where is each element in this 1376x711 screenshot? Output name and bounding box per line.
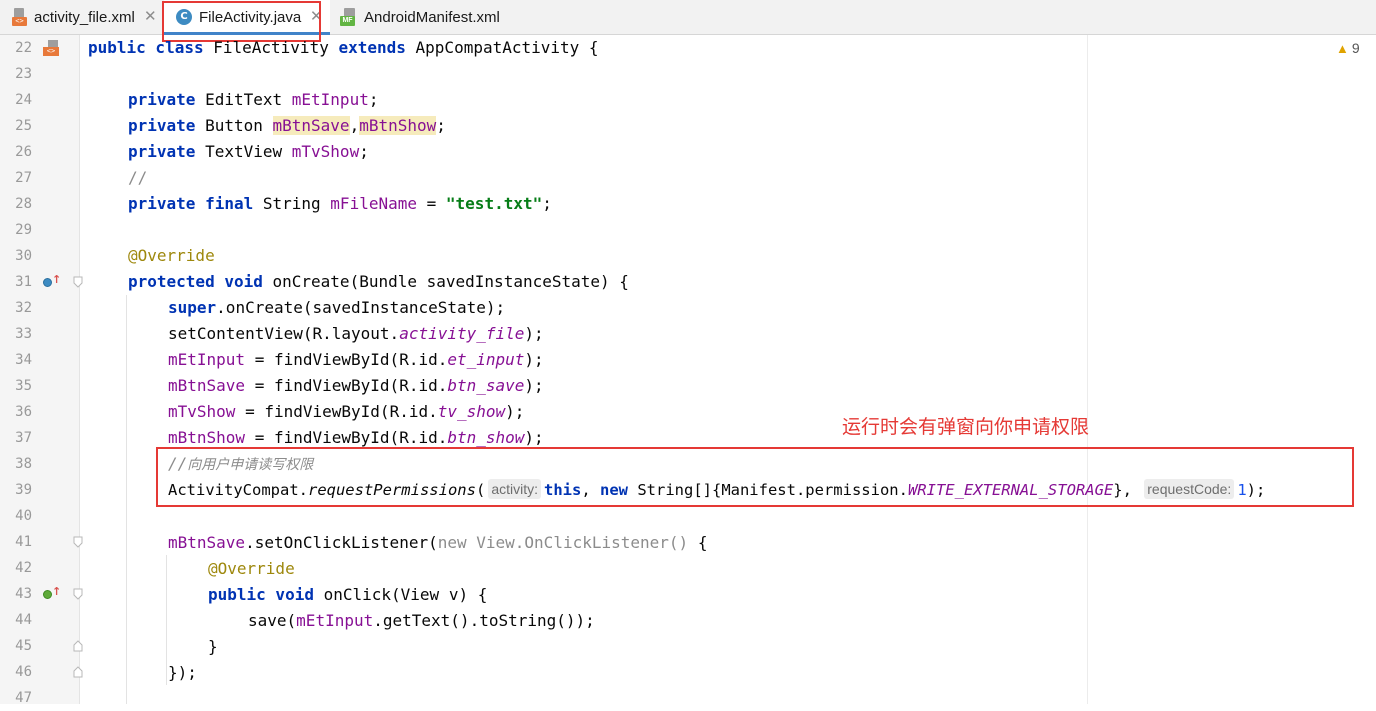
tab-label: AndroidManifest.xml [364, 9, 500, 26]
line-number: 39 [15, 482, 32, 498]
code-line-22[interactable]: public class FileActivity extends AppCom… [88, 35, 599, 61]
line-number: 25 [15, 118, 32, 134]
code-line-24[interactable]: private EditText mEtInput; [128, 87, 378, 113]
line-number: 43 [15, 586, 32, 602]
code-line-26[interactable]: private TextView mTvShow; [128, 139, 369, 165]
right-margin-guide [1087, 35, 1088, 704]
line-number: 42 [15, 560, 32, 576]
line-number: 28 [15, 196, 32, 212]
line-number-gutter: 22 <> 23 24 25 26 27 28 29 30 31 ↑ 32 33… [0, 35, 83, 706]
code-line-27[interactable]: // [128, 165, 147, 191]
warning-count: 9 [1351, 40, 1360, 56]
line-number: 41 [15, 534, 32, 550]
indent-guide [126, 295, 127, 704]
code-line-45[interactable]: } [208, 634, 218, 660]
class-gutter-icon[interactable]: <> [43, 40, 61, 56]
annotation-note: 运行时会有弹窗向你申请权限 [842, 416, 1090, 438]
indent-guide [166, 555, 167, 685]
line-number: 22 [15, 40, 32, 56]
inspection-warnings[interactable]: ▲ 9 [1336, 40, 1360, 56]
line-number: 44 [15, 612, 32, 628]
tab-activity-file-xml[interactable]: <> activity_file.xml ✕ [0, 0, 162, 35]
code-line-25[interactable]: private Button mBtnSave,mBtnShow; [128, 113, 446, 139]
line-number: 23 [15, 66, 32, 82]
implement-method-icon[interactable]: ↑ [43, 585, 61, 602]
line-number: 46 [15, 664, 32, 680]
code-line-34[interactable]: mEtInput = findViewById(R.id.et_input); [168, 347, 544, 373]
parameter-hint-activity: activity: [488, 479, 541, 499]
line-number: 45 [15, 638, 32, 654]
xml-file-icon: <> [12, 8, 28, 26]
code-line-37[interactable]: mBtnShow = findViewById(R.id.btn_show); [168, 425, 544, 451]
editor-tab-bar: <> activity_file.xml ✕ C FileActivity.ja… [0, 0, 1376, 35]
line-number: 24 [15, 92, 32, 108]
warning-icon: ▲ [1336, 41, 1349, 56]
line-number: 32 [15, 300, 32, 316]
tab-label: FileActivity.java [199, 9, 302, 26]
line-number: 27 [15, 170, 32, 186]
code-line-35[interactable]: mBtnSave = findViewById(R.id.btn_save); [168, 373, 544, 399]
line-number: 30 [15, 248, 32, 264]
close-icon[interactable]: ✕ [310, 7, 323, 25]
code-line-28[interactable]: private final String mFileName = "test.t… [128, 191, 552, 217]
tab-label: activity_file.xml [34, 9, 135, 26]
fold-icon[interactable] [73, 588, 83, 600]
code-line-42[interactable]: @Override [208, 556, 295, 582]
code-line-31[interactable]: protected void onCreate(Bundle savedInst… [128, 269, 629, 295]
line-number: 34 [15, 352, 32, 368]
manifest-file-icon: MF [340, 8, 356, 26]
line-number: 35 [15, 378, 32, 394]
code-line-41[interactable]: mBtnSave.setOnClickListener(new View.OnC… [168, 530, 707, 556]
line-number: 33 [15, 326, 32, 342]
override-method-icon[interactable]: ↑ [43, 273, 61, 290]
code-line-46[interactable]: }); [168, 660, 197, 686]
line-number: 26 [15, 144, 32, 160]
code-line-33[interactable]: setContentView(R.layout.activity_file); [168, 321, 544, 347]
fold-end-icon[interactable] [73, 666, 83, 678]
fold-end-icon[interactable] [73, 640, 83, 652]
line-number: 36 [15, 404, 32, 420]
fold-icon[interactable] [73, 536, 83, 548]
tab-android-manifest-xml[interactable]: MF AndroidManifest.xml [334, 0, 524, 35]
parameter-hint-request-code: requestCode: [1144, 479, 1235, 499]
line-number: 38 [15, 456, 32, 472]
code-line-44[interactable]: save(mEtInput.getText().toString()); [248, 608, 595, 634]
line-number: 29 [15, 222, 32, 238]
java-class-icon: C [176, 9, 192, 25]
code-line-38[interactable]: //向用户申请读写权限 [168, 451, 313, 477]
line-number: 40 [15, 508, 32, 524]
code-line-30[interactable]: @Override [128, 243, 215, 269]
close-icon[interactable]: ✕ [144, 7, 157, 25]
code-line-43[interactable]: public void onClick(View v) { [208, 582, 487, 608]
line-number: 37 [15, 430, 32, 446]
fold-icon[interactable] [73, 276, 83, 288]
tab-file-activity-java[interactable]: C FileActivity.java ✕ [164, 0, 330, 35]
line-number: 31 [15, 274, 32, 290]
code-line-32[interactable]: super.onCreate(savedInstanceState); [168, 295, 505, 321]
code-line-39[interactable]: ActivityCompat.requestPermissions(activi… [168, 477, 1265, 503]
code-line-36[interactable]: mTvShow = findViewById(R.id.tv_show); [168, 399, 524, 425]
